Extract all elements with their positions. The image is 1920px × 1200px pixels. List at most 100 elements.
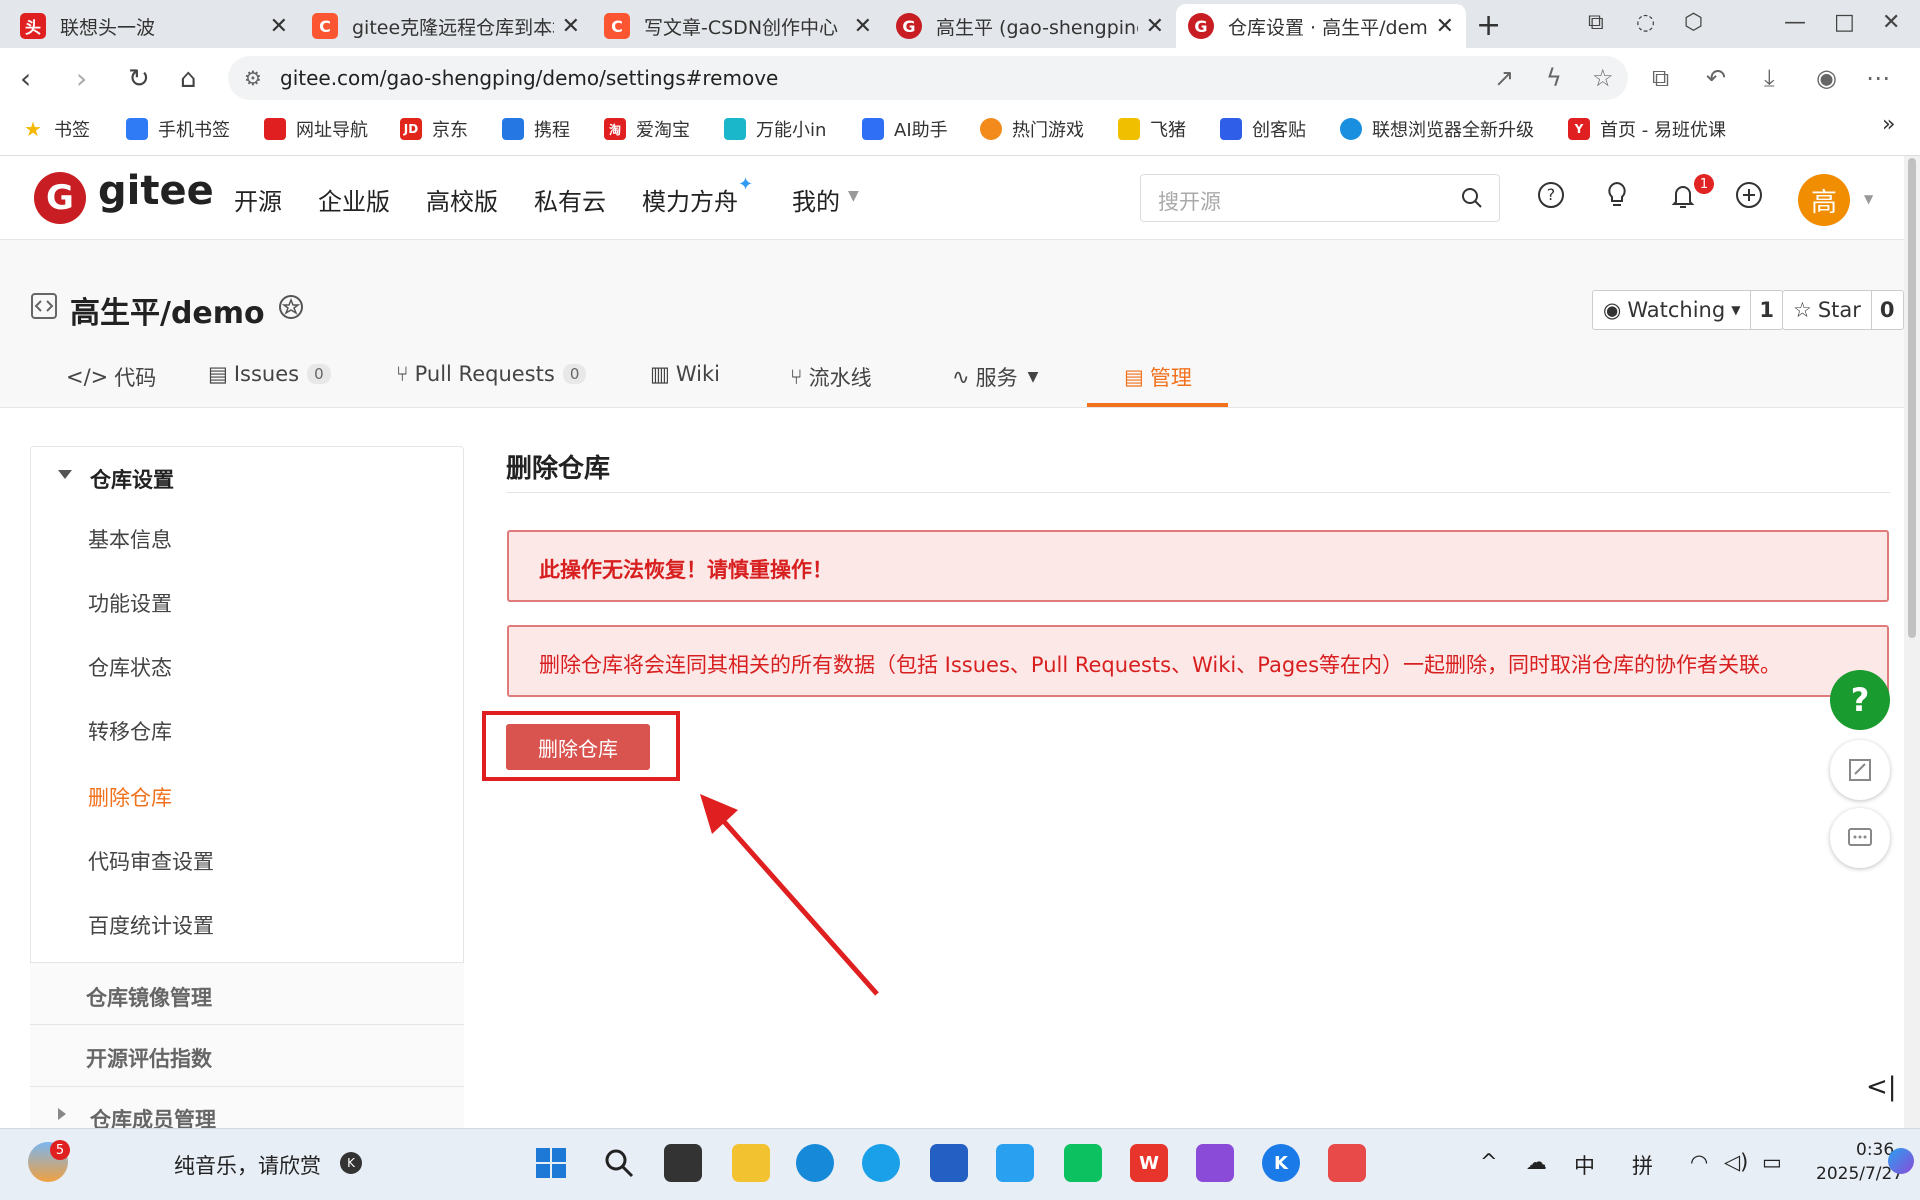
close-icon[interactable]: ✕ xyxy=(854,14,872,39)
avatar-chevron-icon[interactable]: ▼ xyxy=(1864,192,1873,206)
nav-moli[interactable]: 模力方舟 xyxy=(642,182,738,217)
sidebar-section-title[interactable]: 仓库设置 xyxy=(90,464,174,494)
bookmark-item[interactable]: 网址导航 xyxy=(264,116,368,142)
scrollbar-thumb[interactable] xyxy=(1908,158,1916,638)
battery-icon[interactable]: ▭ xyxy=(1762,1150,1782,1174)
repo-title[interactable]: 高生平/demo xyxy=(70,288,265,332)
taskbar-search-icon[interactable] xyxy=(600,1144,638,1182)
forward-icon[interactable]: › xyxy=(76,62,87,95)
browser-tab[interactable]: C gitee克隆远程仓库到本地 ✕ xyxy=(300,4,592,48)
back-icon[interactable]: ‹ xyxy=(20,62,31,95)
menu-icon[interactable]: ⋯ xyxy=(1866,64,1890,92)
recommend-badge-icon[interactable] xyxy=(276,292,306,322)
help-icon[interactable]: ? xyxy=(1536,180,1566,210)
new-tab-button[interactable]: + xyxy=(1476,8,1501,43)
ime-mode[interactable]: 拼 xyxy=(1632,1150,1653,1180)
avatar[interactable]: 高 xyxy=(1798,174,1850,226)
sidebar-item-features[interactable]: 功能设置 xyxy=(88,588,172,618)
sidebar-item-basic-info[interactable]: 基本信息 xyxy=(88,524,172,554)
wifi-icon[interactable]: ◠ xyxy=(1690,1150,1708,1174)
tab-code[interactable]: </> 代码 xyxy=(66,362,156,392)
tab-issues[interactable]: ▤ Issues 0 xyxy=(208,362,331,386)
bookmark-item[interactable]: AI助手 xyxy=(862,116,948,142)
star-count[interactable]: 0 xyxy=(1872,298,1903,322)
tab-services[interactable]: ∿ 服务 ▼ xyxy=(952,362,1038,392)
bookmark-item[interactable]: 手机书签 xyxy=(126,116,230,142)
plus-circle-icon[interactable] xyxy=(1734,180,1764,210)
lightbulb-icon[interactable] xyxy=(1602,180,1632,210)
file-explorer-icon[interactable] xyxy=(732,1144,770,1182)
store-icon[interactable] xyxy=(930,1144,968,1182)
wps-icon[interactable]: W xyxy=(1130,1144,1168,1182)
home-icon[interactable]: ⌂ xyxy=(180,64,197,94)
bookmark-item[interactable]: 万能小in xyxy=(724,116,826,142)
music-app-icon[interactable]: K xyxy=(340,1152,362,1174)
bookmark-item[interactable]: 携程 xyxy=(502,116,570,142)
chat-float-button[interactable] xyxy=(1830,808,1890,868)
gitee-logo-icon[interactable]: G xyxy=(34,172,86,224)
delete-repo-button[interactable]: 删除仓库 xyxy=(506,724,650,770)
start-icon[interactable] xyxy=(532,1144,570,1182)
sidebar-item-delete[interactable]: 删除仓库 xyxy=(88,782,172,812)
feedback-float-button[interactable] xyxy=(1830,740,1890,800)
bookmark-item[interactable]: 联想浏览器全新升级 xyxy=(1340,116,1534,142)
extension-puzzle-icon[interactable]: ⧉ xyxy=(1652,64,1669,92)
sidebar-item-status[interactable]: 仓库状态 xyxy=(88,652,172,682)
copilot-icon[interactable] xyxy=(996,1144,1034,1182)
bookmark-item[interactable]: Y 首页 - 易班优课 xyxy=(1568,116,1726,142)
close-icon[interactable]: ✕ xyxy=(270,14,288,39)
music-widget-text[interactable]: 纯音乐，请欣赏 xyxy=(174,1150,321,1180)
help-float-button[interactable]: ? xyxy=(1830,670,1890,730)
caret-down-icon[interactable] xyxy=(58,470,72,479)
bookmark-item[interactable]: ★ 书签 xyxy=(22,116,90,142)
more-bookmarks-icon[interactable]: » xyxy=(1882,112,1895,137)
browser-tab-active[interactable]: G 仓库设置 · 高生平/demo ✕ xyxy=(1176,4,1466,48)
watch-count[interactable]: 1 xyxy=(1751,298,1782,322)
minimize-icon[interactable]: — xyxy=(1784,10,1806,35)
volume-icon[interactable]: ◁) xyxy=(1724,1150,1748,1174)
tab-actions-icon[interactable]: ⧉ xyxy=(1588,10,1604,35)
lightning-icon[interactable]: ϟ xyxy=(1546,64,1562,92)
close-icon[interactable]: ✕ xyxy=(1436,14,1454,39)
star-icon[interactable]: ☆ xyxy=(1592,64,1614,92)
maximize-icon[interactable]: □ xyxy=(1834,10,1855,35)
close-icon[interactable]: ✕ xyxy=(1146,14,1164,39)
download-icon[interactable]: ⤓ xyxy=(1764,64,1775,92)
caret-right-icon[interactable] xyxy=(58,1108,66,1120)
copilot-tray-icon[interactable] xyxy=(1888,1148,1914,1174)
lenovo-browser-taskbar-icon[interactable] xyxy=(862,1144,900,1182)
browser-tab[interactable]: C 写文章-CSDN创作中心 ✕ xyxy=(592,4,884,48)
tray-chevron-up-icon[interactable]: ^ xyxy=(1480,1150,1498,1174)
profile-icon[interactable]: ◉ xyxy=(1816,64,1837,92)
url-text[interactable]: gitee.com/gao-shengping/demo/settings#re… xyxy=(280,66,778,90)
sidebar-item-transfer[interactable]: 转移仓库 xyxy=(88,716,172,746)
bookmark-item[interactable]: 创客贴 xyxy=(1220,116,1306,142)
site-info-icon[interactable]: ⚙ xyxy=(244,66,262,90)
history-icon[interactable]: ↶ xyxy=(1706,64,1726,92)
incognito-icon[interactable]: ◌ xyxy=(1636,10,1655,35)
gitee-brand[interactable]: gitee xyxy=(98,168,214,214)
nav-mine[interactable]: 我的 xyxy=(792,182,840,217)
bookmark-item[interactable]: 淘爱淘宝 xyxy=(604,116,690,142)
reload-icon[interactable]: ↻ xyxy=(128,64,150,94)
watch-button[interactable]: ◉ Watching ▼ 1 xyxy=(1592,290,1784,330)
tab-wiki[interactable]: ▥ Wiki xyxy=(650,362,720,386)
close-icon[interactable]: ✕ xyxy=(562,14,580,39)
kugou-icon[interactable]: K xyxy=(1262,1144,1300,1182)
task-view-icon[interactable] xyxy=(664,1144,702,1182)
collapse-panel-icon[interactable]: <| xyxy=(1866,1072,1897,1102)
browser-tab[interactable]: 头 联想头一波 ✕ xyxy=(8,4,300,48)
bookmark-item[interactable]: JD 京东 xyxy=(400,116,468,142)
nav-enterprise[interactable]: 企业版 xyxy=(318,182,390,217)
search-icon[interactable] xyxy=(1460,186,1484,210)
shopping-icon[interactable] xyxy=(1064,1144,1102,1182)
star-button[interactable]: ☆ Star 0 xyxy=(1782,290,1904,330)
extensions-icon[interactable]: ⬡ xyxy=(1684,10,1703,35)
bookmark-item[interactable]: 飞猪 xyxy=(1118,116,1186,142)
tab-pipeline[interactable]: ⑂ 流水线 xyxy=(790,362,872,392)
window-close-icon[interactable]: ✕ xyxy=(1882,10,1900,35)
edge-browser-icon[interactable] xyxy=(796,1144,834,1182)
bookmark-item[interactable]: 热门游戏 xyxy=(980,116,1084,142)
visual-studio-icon[interactable] xyxy=(1196,1144,1234,1182)
tab-pull-requests[interactable]: ⑂ Pull Requests 0 xyxy=(396,362,587,386)
